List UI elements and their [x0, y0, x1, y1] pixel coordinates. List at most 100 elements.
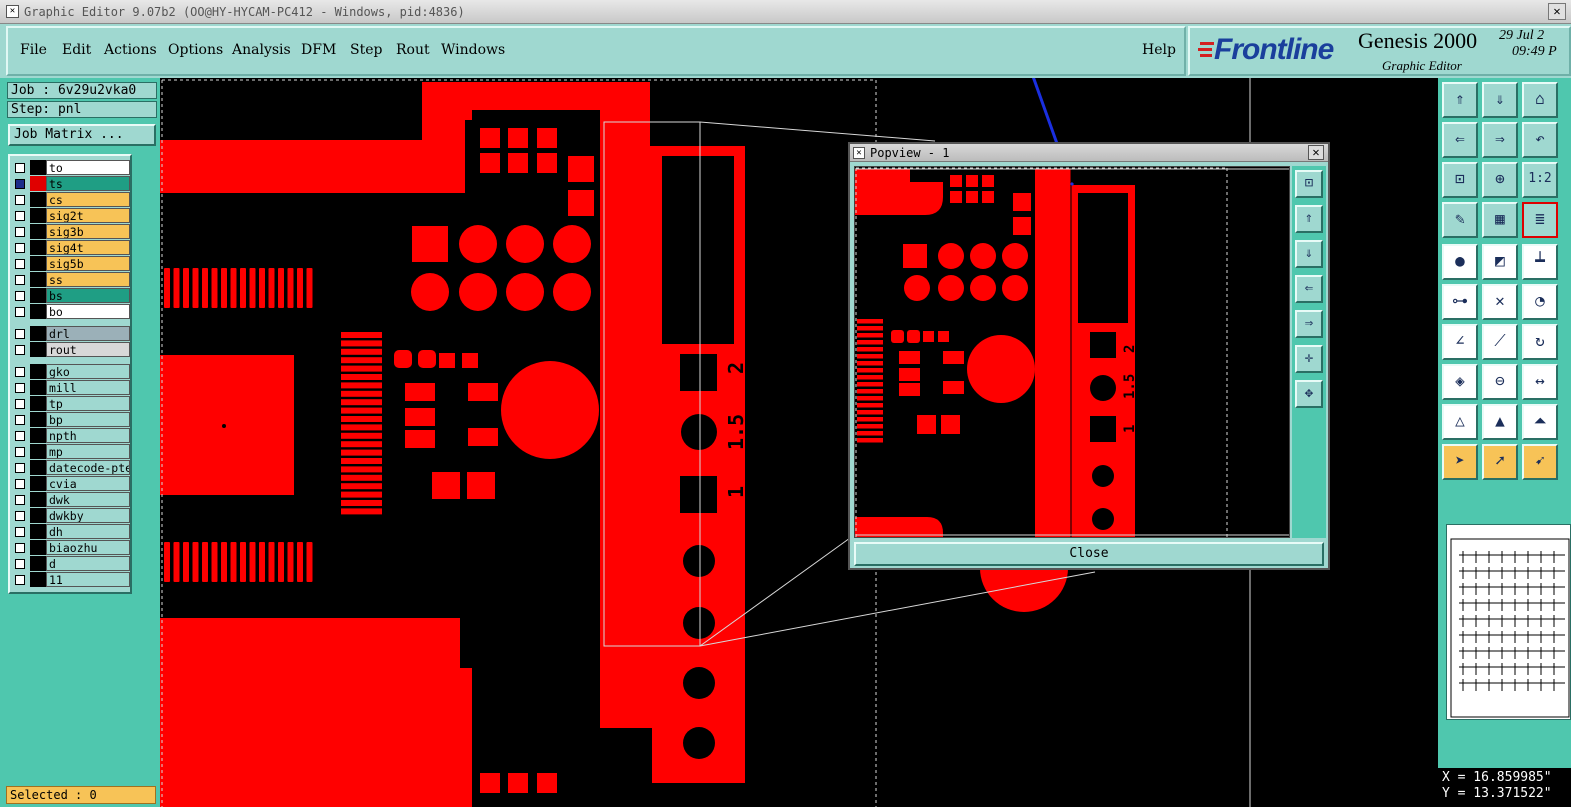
undo-zoom-icon[interactable]: ↶ — [1522, 122, 1558, 158]
zoom-1to2-icon[interactable]: 1:2 — [1522, 162, 1558, 198]
pan-down-icon[interactable]: ⇓ — [1295, 240, 1323, 268]
layer-checkbox[interactable] — [15, 211, 25, 221]
popview-close-icon[interactable]: ✕ — [1308, 145, 1324, 160]
layer-name[interactable]: dh — [46, 524, 130, 539]
layer-row-datecode-pte[interactable]: datecode-pte — [12, 460, 130, 475]
layer-row-ss[interactable]: ss — [12, 272, 130, 287]
layer-color-swatch[interactable] — [30, 556, 46, 571]
layer-name[interactable]: mill — [46, 380, 130, 395]
zoom-fit-icon[interactable]: ⊡ — [1442, 162, 1478, 198]
layer-checkbox[interactable] — [15, 227, 25, 237]
layer-checkbox[interactable] — [15, 463, 25, 473]
triangle-select2-icon[interactable]: ▲ — [1482, 404, 1518, 440]
layer-color-swatch[interactable] — [30, 524, 46, 539]
layer-color-swatch[interactable] — [30, 572, 46, 587]
layer-checkbox[interactable] — [15, 447, 25, 457]
layer-checkbox[interactable] — [15, 163, 25, 173]
layer-color-swatch[interactable] — [30, 208, 46, 223]
pointer-edit-icon[interactable]: ➹ — [1522, 444, 1558, 480]
layer-color-swatch[interactable] — [30, 272, 46, 287]
job-matrix-button[interactable]: Job Matrix ... — [8, 124, 156, 146]
menu-dfm[interactable]: DFM — [301, 42, 336, 58]
layer-name[interactable]: datecode-pte — [46, 460, 130, 475]
layer-checkbox[interactable] — [15, 179, 25, 189]
layer-checkbox[interactable] — [15, 559, 25, 569]
layer-row-bo[interactable]: bo — [12, 304, 130, 319]
layer-row-dh[interactable]: dh — [12, 524, 130, 539]
layer-name[interactable]: d — [46, 556, 130, 571]
ruler-icon[interactable]: ┷ — [1522, 244, 1558, 280]
layer-name[interactable]: bs — [46, 288, 130, 303]
layer-checkbox[interactable] — [15, 511, 25, 521]
layer-checkbox[interactable] — [15, 543, 25, 553]
layer-row-tp[interactable]: tp — [12, 396, 130, 411]
layer-color-swatch[interactable] — [30, 492, 46, 507]
layer-checkbox[interactable] — [15, 291, 25, 301]
zoom-center-icon[interactable]: ⊕ — [1482, 162, 1518, 198]
layer-stack-icon[interactable]: ≣ — [1522, 202, 1558, 238]
pan-left-icon[interactable]: ⇐ — [1295, 275, 1323, 303]
zoom-in-icon[interactable]: ✛ — [1295, 345, 1323, 373]
layer-row-11[interactable]: 11 — [12, 572, 130, 587]
layer-name[interactable]: sig5b — [46, 256, 130, 271]
layer-checkbox[interactable] — [15, 243, 25, 253]
layer-row-biaozhu[interactable]: biaozhu — [12, 540, 130, 555]
minimap[interactable] — [1446, 524, 1571, 720]
layer-color-swatch[interactable] — [30, 364, 46, 379]
layer-row-sig5b[interactable]: sig5b — [12, 256, 130, 271]
layer-color-swatch[interactable] — [30, 396, 46, 411]
layer-name[interactable]: mp — [46, 444, 130, 459]
layer-checkbox[interactable] — [15, 259, 25, 269]
layer-name[interactable]: bo — [46, 304, 130, 319]
layer-checkbox[interactable] — [15, 367, 25, 377]
layer-name[interactable]: ss — [46, 272, 130, 287]
layer-name[interactable]: dwk — [46, 492, 130, 507]
layer-name[interactable]: npth — [46, 428, 130, 443]
menu-file[interactable]: File — [20, 42, 47, 58]
layer-row-bs[interactable]: bs — [12, 288, 130, 303]
layer-name[interactable]: ts — [46, 176, 130, 191]
line-select-icon[interactable]: ⟋ — [1482, 324, 1518, 360]
layer-color-swatch[interactable] — [30, 160, 46, 175]
snap-pad-icon[interactable]: ◈ — [1442, 364, 1478, 400]
layer-color-swatch[interactable] — [30, 540, 46, 555]
layer-color-swatch[interactable] — [30, 304, 46, 319]
layer-row-dwk[interactable]: dwk — [12, 492, 130, 507]
measure-arc-icon[interactable]: ◔ — [1522, 284, 1558, 320]
pan-up-icon[interactable]: ⇑ — [1295, 205, 1323, 233]
zoom-out-icon[interactable]: ✥ — [1295, 380, 1323, 408]
layer-name[interactable]: 11 — [46, 572, 130, 587]
layer-name[interactable]: drl — [46, 326, 130, 341]
layer-color-swatch[interactable] — [30, 476, 46, 491]
pan-down-icon[interactable]: ⇓ — [1482, 82, 1518, 118]
layer-color-swatch[interactable] — [30, 342, 46, 357]
zoom-fit-icon[interactable]: ⊡ — [1295, 170, 1323, 198]
layer-row-drl[interactable]: drl — [12, 326, 130, 341]
layer-color-swatch[interactable] — [30, 224, 46, 239]
menu-help[interactable]: Help — [1142, 42, 1176, 58]
layer-color-swatch[interactable] — [30, 256, 46, 271]
layer-name[interactable]: cvia — [46, 476, 130, 491]
dimension-icon[interactable]: ↔ — [1522, 364, 1558, 400]
layer-checkbox[interactable] — [15, 495, 25, 505]
home-icon[interactable]: ⌂ — [1522, 82, 1558, 118]
pan-right-icon[interactable]: ⇒ — [1295, 310, 1323, 338]
pan-right-icon[interactable]: ⇒ — [1482, 122, 1518, 158]
cross-select-icon[interactable]: ✕ — [1482, 284, 1518, 320]
layer-color-swatch[interactable] — [30, 326, 46, 341]
measure-box-icon[interactable]: ◩ — [1482, 244, 1518, 280]
pan-left-icon[interactable]: ⇐ — [1442, 122, 1478, 158]
layer-name[interactable]: sig3b — [46, 224, 130, 239]
layer-color-swatch[interactable] — [30, 288, 46, 303]
popview-canvas[interactable]: 2 1.5 1 — [854, 166, 1290, 538]
layer-checkbox[interactable] — [15, 307, 25, 317]
layer-checkbox[interactable] — [15, 195, 25, 205]
popview-title-bar[interactable]: ✕ Popview - 1 ✕ — [850, 144, 1328, 162]
layer-checkbox[interactable] — [15, 345, 25, 355]
layer-name[interactable]: sig4t — [46, 240, 130, 255]
window-close-button[interactable]: ✕ — [1548, 3, 1566, 20]
layer-name[interactable]: to — [46, 160, 130, 175]
layer-checkbox[interactable] — [15, 431, 25, 441]
layer-name[interactable]: biaozhu — [46, 540, 130, 555]
line-angle-icon[interactable]: ∠ — [1442, 324, 1478, 360]
